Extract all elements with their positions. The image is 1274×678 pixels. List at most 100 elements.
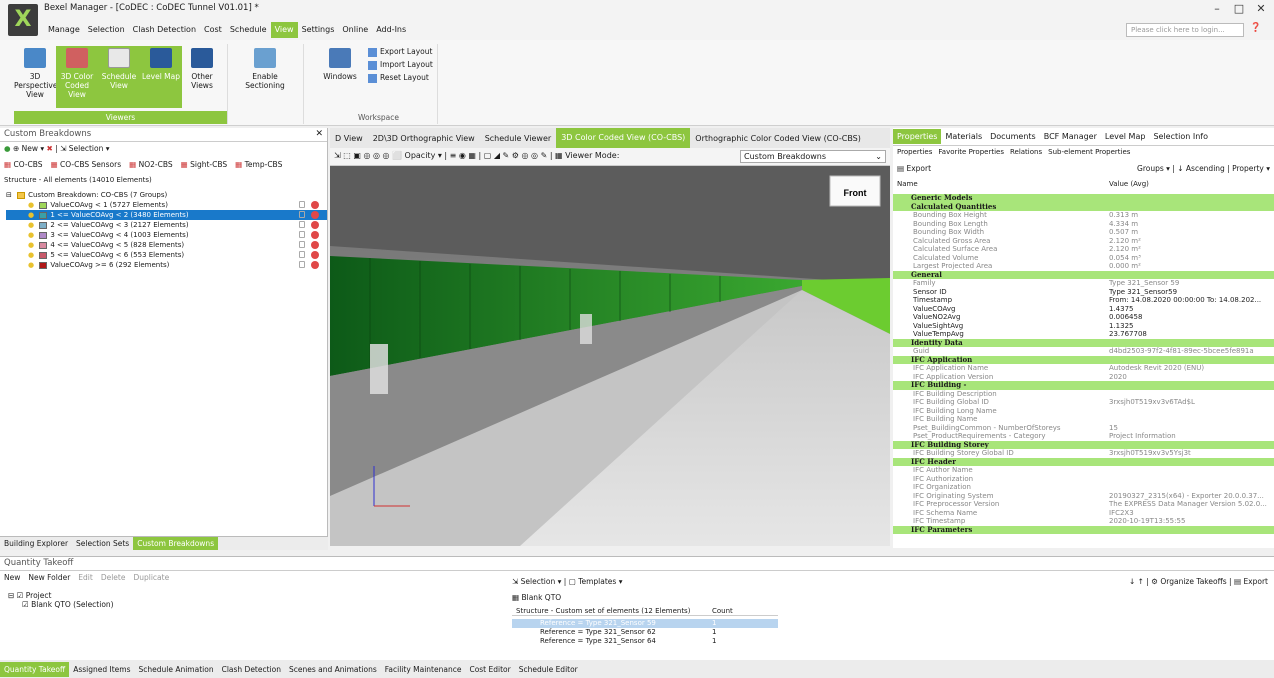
viewer-tab-2d-3d-orthographic-view[interactable]: 2D\3D Orthographic View xyxy=(368,134,480,143)
qto-new-folder-button[interactable]: New Folder xyxy=(28,573,70,582)
cbs-tab-sight-cbs[interactable]: ▦ Sight-CBS xyxy=(181,160,228,169)
sort-icons[interactable]: ↓ ↑ | xyxy=(1129,577,1149,586)
visibility-icon[interactable] xyxy=(311,251,319,259)
bottom-tab-assigned-items[interactable]: Assigned Items xyxy=(69,662,134,677)
3d-color-coded-view-button[interactable]: 3D Color Coded View xyxy=(56,46,98,108)
tab-custom-breakdowns[interactable]: Custom Breakdowns xyxy=(133,537,219,550)
import-layout-button[interactable]: Import Layout xyxy=(368,59,433,70)
bottom-tab-clash-detection[interactable]: Clash Detection xyxy=(218,662,285,677)
property-row[interactable]: IFC Application Version 2020 xyxy=(893,373,1274,382)
reset-layout-button[interactable]: Reset Layout xyxy=(368,72,429,83)
property-category[interactable]: General xyxy=(893,270,1274,279)
tab-properties[interactable]: Properties xyxy=(893,129,942,144)
bulb-icon[interactable]: ● xyxy=(28,241,36,249)
bottom-tab-schedule-editor[interactable]: Schedule Editor xyxy=(515,662,582,677)
menu-manage[interactable]: Manage xyxy=(44,22,84,38)
property-row[interactable]: Pset_ProductRequirements - Category Proje… xyxy=(893,432,1274,441)
3d-viewport[interactable]: Front xyxy=(330,166,890,546)
tab-building-explorer[interactable]: Building Explorer xyxy=(0,537,72,550)
property-row[interactable]: Calculated Surface Area 2.120 m² xyxy=(893,245,1274,254)
property-row[interactable]: IFC Author Name xyxy=(893,466,1274,475)
name-column-header[interactable]: Name xyxy=(897,180,918,188)
cbs-tab-co-cbs[interactable]: ▦ CO-CBS xyxy=(4,160,43,169)
tree-item[interactable]: ● 5 <= ValueCOAvg < 6 (553 Elements) xyxy=(6,250,327,260)
export-button[interactable]: ▤ Export xyxy=(897,164,931,173)
property-row[interactable]: IFC Preprocessor Version The EXPRESS Data… xyxy=(893,500,1274,509)
visibility-icon[interactable] xyxy=(311,231,319,239)
menu-online[interactable]: Online xyxy=(338,22,372,38)
minimize-button[interactable]: – xyxy=(1208,2,1226,16)
tree-blank-qto[interactable]: ☑ Blank QTO (Selection) xyxy=(8,600,114,609)
property-row[interactable]: Pset_BuildingCommon - NumberOfStoreys 15 xyxy=(893,424,1274,433)
qto-export-button[interactable]: | ▤ Export xyxy=(1229,577,1268,586)
visibility-icon[interactable] xyxy=(311,221,319,229)
property-row[interactable]: IFC Organization xyxy=(893,483,1274,492)
menu-cost[interactable]: Cost xyxy=(200,22,226,38)
property-category[interactable]: Generic Models xyxy=(893,194,1274,203)
close-panel-icon[interactable]: ✕ xyxy=(315,129,323,139)
property-row[interactable]: IFC Building Global ID 3rxsjh0T519xv3v6TA… xyxy=(893,398,1274,407)
bulb-icon[interactable]: ● xyxy=(28,211,36,219)
qto-row[interactable]: Reference = Type 321_Sensor 62 1 xyxy=(512,628,778,637)
qto-row[interactable]: Reference = Type 321_Sensor 64 1 xyxy=(512,637,778,646)
visibility-icon[interactable] xyxy=(311,241,319,249)
property-category[interactable]: IFC Building Storey xyxy=(893,440,1274,449)
lock-icon[interactable] xyxy=(299,251,305,258)
property-row[interactable]: Bounding Box Width 0.507 m xyxy=(893,228,1274,237)
property-category[interactable]: Calculated Quantities xyxy=(893,202,1274,211)
export-layout-button[interactable]: Export Layout xyxy=(368,46,432,57)
selection-dropdown[interactable]: | ⇲ Selection ▾ xyxy=(55,144,109,153)
login-field[interactable]: Please click here to login... xyxy=(1126,23,1244,37)
property-category[interactable]: IFC Header xyxy=(893,457,1274,466)
close-button[interactable]: ✕ xyxy=(1252,2,1270,16)
tree-root[interactable]: ⊟ Custom Breakdown: CO-CBS (7 Groups) xyxy=(6,190,327,200)
property-row[interactable]: Family Type 321_Sensor 59 xyxy=(893,279,1274,288)
new-button[interactable]: ⊕ New ▾ xyxy=(13,144,44,153)
qto-row[interactable]: Reference = Type 321_Sensor 59 1 xyxy=(512,619,778,628)
menu-add-ins[interactable]: Add-Ins xyxy=(372,22,410,38)
visibility-icon[interactable] xyxy=(311,261,319,269)
viewer-mode-dropdown[interactable]: Custom Breakdowns ⌄ xyxy=(740,150,886,163)
viewer-tab-orthographic-color-coded-view-co-cbs[interactable]: Orthographic Color Coded View (CO-CBS) xyxy=(690,134,866,143)
bottom-tab-quantity-takeoff[interactable]: Quantity Takeoff xyxy=(0,661,70,677)
property-row[interactable]: IFC Timestamp 2020-10-19T13:55:55 xyxy=(893,517,1274,526)
visibility-icon[interactable] xyxy=(311,201,319,209)
opacity-button[interactable]: Opacity xyxy=(405,151,436,160)
menu-view[interactable]: View xyxy=(270,22,298,38)
tree-item[interactable]: ● 3 <= ValueCOAvg < 4 (1003 Elements) xyxy=(6,230,327,240)
maximize-button[interactable]: □ xyxy=(1230,2,1248,16)
windows-button[interactable]: Windows xyxy=(320,46,360,108)
tab-documents[interactable]: Documents xyxy=(986,129,1040,144)
bulb-icon[interactable]: ● xyxy=(28,221,36,229)
lock-icon[interactable] xyxy=(299,221,305,228)
qto-new-button[interactable]: New xyxy=(4,573,20,582)
schedule-view-button[interactable]: Schedule View xyxy=(98,46,140,108)
property-row[interactable]: IFC Application Name Autodesk Revit 2020 … xyxy=(893,364,1274,373)
3d-perspective-view-button[interactable]: 3D Perspective View xyxy=(14,46,57,108)
visibility-icon[interactable] xyxy=(311,211,319,219)
property-row[interactable]: ValueCOAvg 1.4375 xyxy=(893,305,1274,314)
green-dot-icon[interactable]: ● xyxy=(4,144,11,153)
tree-item[interactable]: ● 2 <= ValueCOAvg < 3 (2127 Elements) xyxy=(6,220,327,230)
level-map-button[interactable]: Level Map xyxy=(140,46,182,108)
menu-selection[interactable]: Selection xyxy=(84,22,129,38)
property-category[interactable]: IFC Parameters xyxy=(893,525,1274,534)
qto-edit-button[interactable]: Edit xyxy=(78,573,93,582)
bottom-tab-scenes-and-animations[interactable]: Scenes and Animations xyxy=(285,662,381,677)
viewcube-front[interactable]: Front xyxy=(844,188,867,198)
templates-dropdown[interactable]: | ▢ Templates ▾ xyxy=(564,577,623,586)
viewer-tab-d-view[interactable]: D View xyxy=(330,134,368,143)
viewer-tools[interactable]: ⇲ ⬚ ▣ ◎ ◎ ◎ ⬜ xyxy=(334,151,402,160)
app-logo[interactable]: X xyxy=(8,4,38,36)
bulb-icon[interactable]: ● xyxy=(28,251,36,259)
breakdown-toolbar[interactable]: ● ⊕ New ▾ ✖ | ⇲ Selection ▾ xyxy=(0,142,327,158)
bottom-tab-cost-editor[interactable]: Cost Editor xyxy=(465,662,514,677)
tree-item[interactable]: ● ValueCOAvg >= 6 (292 Elements) xyxy=(6,260,327,270)
property-row[interactable]: IFC Building Name xyxy=(893,415,1274,424)
property-category[interactable]: IFC Building - xyxy=(893,381,1274,390)
tree-item[interactable]: ● ValueCOAvg < 1 (5727 Elements) xyxy=(6,200,327,210)
cbs-tab-no2-cbs[interactable]: ▦ NO2-CBS xyxy=(129,160,173,169)
property-row[interactable]: Calculated Volume 0.054 m³ xyxy=(893,254,1274,263)
property-row[interactable]: Calculated Gross Area 2.120 m² xyxy=(893,237,1274,246)
tab-selection-info[interactable]: Selection Info xyxy=(1149,129,1212,144)
